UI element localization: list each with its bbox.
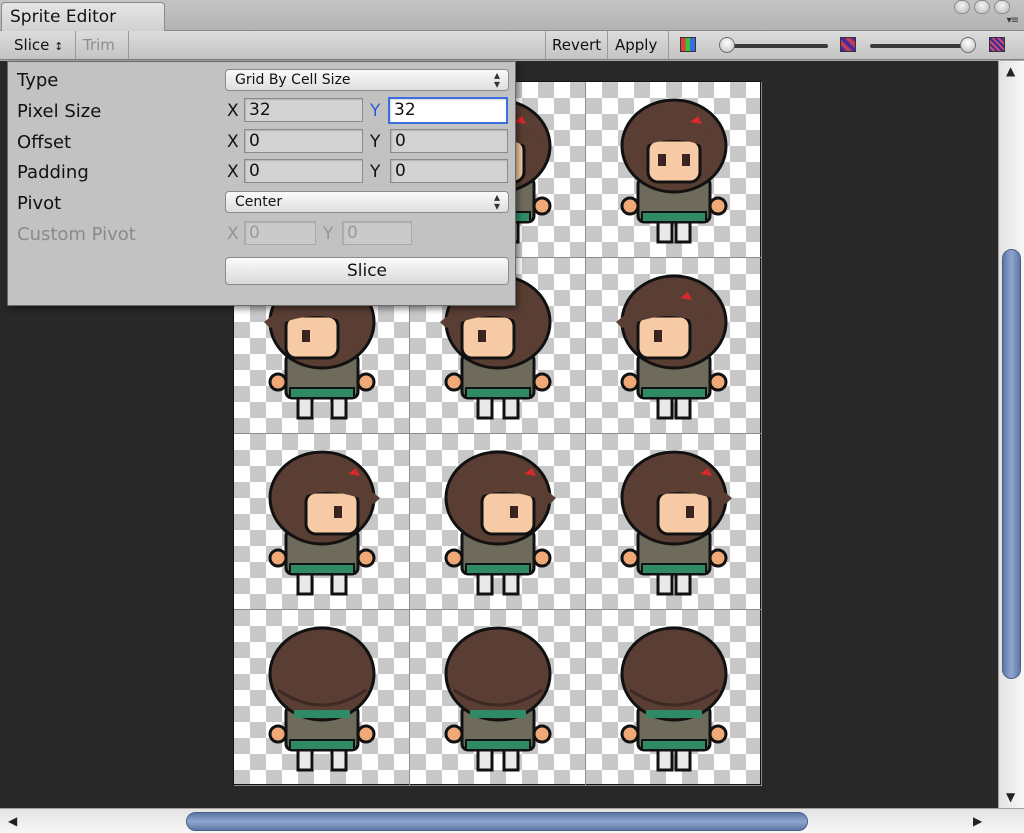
slice-dropdown-arrows-icon: ↕ xyxy=(54,40,64,53)
vertical-scroll-thumb[interactable] xyxy=(1002,249,1021,679)
character-sprite-left xyxy=(616,274,728,420)
slice-popup: Type Grid By Cell Size ▴ ▾ Pixel Size X 3… xyxy=(7,61,516,306)
horizontal-scrollbar[interactable]: ◀ ▶ xyxy=(0,808,1024,833)
revert-button[interactable]: Revert xyxy=(545,31,608,59)
custom-pivot-x-field: 0 xyxy=(244,221,316,245)
custom-pivot-x-axis-label: X xyxy=(227,224,239,244)
character-sprite-right xyxy=(620,450,732,596)
sprite-cell[interactable] xyxy=(410,434,586,610)
sprite-cell[interactable] xyxy=(586,258,762,434)
padding-x-axis-label: X xyxy=(227,162,239,182)
character-sprite-front xyxy=(620,98,728,244)
character-sprite-back xyxy=(620,626,728,772)
tab-title: Sprite Editor xyxy=(10,7,117,27)
scroll-up-arrow-icon[interactable]: ▲ xyxy=(1006,64,1015,78)
scroll-right-arrow-icon[interactable]: ▶ xyxy=(973,814,982,828)
type-dropdown-arrows-icon: ▴ ▾ xyxy=(493,68,500,91)
padding-label: Padding xyxy=(17,162,89,183)
sprite-editor-window: Sprite Editor ▾≡ Slice ↕ Trim Revert App… xyxy=(0,0,1024,833)
sprite-cell[interactable] xyxy=(586,610,762,786)
character-sprite-right xyxy=(268,450,380,596)
sprite-cell[interactable] xyxy=(586,434,762,610)
window-minimize-icon[interactable] xyxy=(954,0,970,14)
mipmap-low-icon xyxy=(840,37,856,52)
apply-button[interactable]: Apply xyxy=(609,31,669,59)
slice-button[interactable]: Slice xyxy=(225,257,509,285)
custom-pivot-y-field: 0 xyxy=(342,221,412,245)
pixel-size-y-field[interactable]: 32 xyxy=(388,97,508,124)
slice-dropdown-label: Slice xyxy=(14,36,50,54)
padding-y-field[interactable]: 0 xyxy=(390,159,508,183)
pivot-dropdown[interactable]: Center ▴ ▾ xyxy=(225,191,509,213)
horizontal-scroll-thumb[interactable] xyxy=(186,812,808,831)
offset-y-field[interactable]: 0 xyxy=(390,129,508,153)
offset-x-axis-label: X xyxy=(227,132,239,152)
offset-label: Offset xyxy=(17,132,72,153)
zoom-slider-knob[interactable] xyxy=(719,37,735,53)
mip-slider-track[interactable] xyxy=(870,44,974,48)
trim-button[interactable]: Trim xyxy=(77,31,129,59)
pivot-dropdown-value: Center xyxy=(235,194,283,210)
zoom-slider-track[interactable] xyxy=(722,44,828,48)
custom-pivot-label: Custom Pivot xyxy=(17,224,136,245)
tab-sprite-editor[interactable]: Sprite Editor xyxy=(1,2,165,32)
offset-y-axis-label: Y xyxy=(370,132,381,152)
type-dropdown[interactable]: Grid By Cell Size ▴ ▾ xyxy=(225,69,509,91)
pivot-dropdown-arrows-icon: ▴ ▾ xyxy=(493,190,500,213)
padding-x-field[interactable]: 0 xyxy=(244,159,363,183)
custom-pivot-y-axis-label: Y xyxy=(323,224,334,244)
scroll-down-arrow-icon[interactable]: ▼ xyxy=(1006,790,1015,804)
toolbar: Slice ↕ Trim Revert Apply xyxy=(0,31,1024,60)
scroll-left-arrow-icon[interactable]: ◀ xyxy=(8,814,17,828)
pivot-label: Pivot xyxy=(17,193,62,214)
padding-y-axis-label: Y xyxy=(370,162,381,182)
sprite-cell[interactable] xyxy=(586,82,762,258)
offset-x-field[interactable]: 0 xyxy=(244,129,363,153)
pixel-size-label: Pixel Size xyxy=(17,101,102,122)
character-sprite-right xyxy=(444,450,556,596)
pixel-size-y-axis-label: Y xyxy=(370,101,381,121)
slice-dropdown-button[interactable]: Slice ↕ xyxy=(8,31,76,59)
mip-slider-knob[interactable] xyxy=(960,37,976,53)
panel-menu-icon[interactable]: ▾≡ xyxy=(1007,15,1019,26)
tab-strip: Sprite Editor ▾≡ xyxy=(0,0,1024,32)
character-sprite-back xyxy=(268,626,376,772)
rgb-channel-toggle-icon[interactable] xyxy=(680,37,696,52)
mipmap-high-icon xyxy=(989,37,1005,52)
vertical-scrollbar[interactable]: ▲ ▼ xyxy=(998,61,1024,808)
sprite-cell[interactable] xyxy=(410,610,586,786)
sprite-cell[interactable] xyxy=(234,610,410,786)
type-label: Type xyxy=(17,70,59,91)
type-dropdown-value: Grid By Cell Size xyxy=(235,72,351,88)
sprite-cell[interactable] xyxy=(234,434,410,610)
pixel-size-x-axis-label: X xyxy=(227,101,239,121)
pixel-size-x-field[interactable]: 32 xyxy=(244,98,363,122)
window-close-icon[interactable] xyxy=(994,0,1010,14)
character-sprite-back xyxy=(444,626,552,772)
window-zoom-icon[interactable] xyxy=(974,0,990,14)
